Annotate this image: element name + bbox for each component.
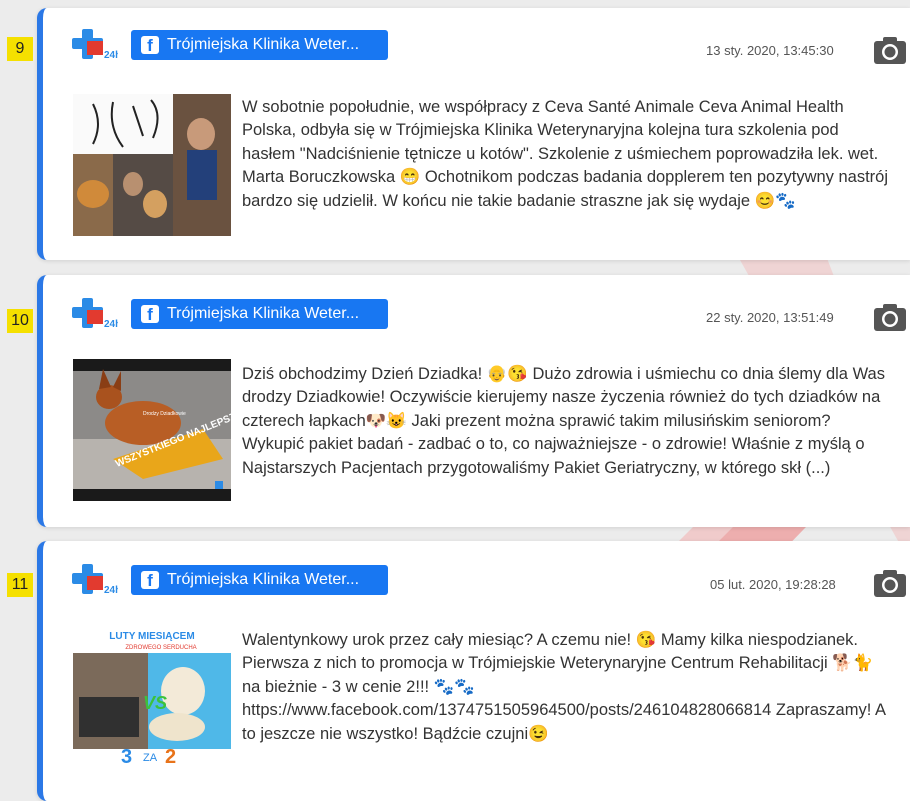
post-thumbnail[interactable]: WSZYSTKIEGO NAJLEPSZEGO Drodzy Dziadkowi… xyxy=(73,359,231,501)
clinic-logo-icon: 24h xyxy=(72,29,118,61)
thumb-promo-za: ZA xyxy=(143,752,158,764)
post-number-badge: 10 xyxy=(7,309,33,333)
clinic-logo-icon: 24h xyxy=(72,298,118,330)
camera-icon[interactable] xyxy=(873,568,907,598)
thumb-subtitle-text: ZDROWEGO SERDUCHA xyxy=(125,645,196,651)
post-text: Walentynkowy urok przez cały miesiąc? A … xyxy=(242,631,886,743)
post-thumbnail[interactable]: LUTY MIESIĄCEM ZDROWEGO SERDUCHA VS 3 ZA… xyxy=(73,627,231,769)
post-number-badge: 9 xyxy=(7,37,33,61)
post-date: 05 lut. 2020, 19:28:28 xyxy=(710,577,836,592)
post-text: Dziś obchodzimy Dzień Dziadka! 👴😘 Dużo z… xyxy=(242,365,885,477)
facebook-source-button[interactable]: f Trójmiejska Klinika Weter... xyxy=(131,565,388,595)
source-name: Trójmiejska Klinika Weter... xyxy=(167,305,360,322)
post-card[interactable]: 24h f Trójmiejska Klinika Weter... 22 st… xyxy=(37,275,910,527)
thumb-caption-text: Drodzy Dziadkowie xyxy=(143,411,186,417)
post-date: 22 sty. 2020, 13:51:49 xyxy=(706,310,834,325)
clinic-logo-icon: 24h xyxy=(72,564,118,596)
facebook-source-button[interactable]: f Trójmiejska Klinika Weter... xyxy=(131,299,388,329)
source-name: Trójmiejska Klinika Weter... xyxy=(167,571,360,588)
post-number-badge: 11 xyxy=(7,573,33,597)
post-card[interactable]: 24h f Trójmiejska Klinika Weter... 05 lu… xyxy=(37,541,910,801)
source-name: Trójmiejska Klinika Weter... xyxy=(167,36,360,53)
post-card[interactable]: 24h f Trójmiejska Klinika Weter... 13 st… xyxy=(37,8,910,260)
facebook-icon: f xyxy=(141,571,159,590)
camera-icon[interactable] xyxy=(873,302,907,332)
facebook-icon: f xyxy=(141,305,159,324)
camera-icon[interactable] xyxy=(873,35,907,65)
post-date: 13 sty. 2020, 13:45:30 xyxy=(706,43,834,58)
thumb-promo-3: 3 xyxy=(121,746,132,768)
facebook-icon: f xyxy=(141,36,159,55)
logo-badge-text: 24h xyxy=(104,319,118,330)
post-text: W sobotnie popołudnie, we współpracy z C… xyxy=(242,98,889,210)
logo-badge-text: 24h xyxy=(104,585,118,596)
thumb-vs-text: VS xyxy=(143,693,167,713)
thumb-promo-2: 2 xyxy=(165,746,176,768)
logo-badge-text: 24h xyxy=(104,50,118,61)
post-thumbnail[interactable] xyxy=(73,94,231,236)
facebook-source-button[interactable]: f Trójmiejska Klinika Weter... xyxy=(131,30,388,60)
thumb-title-text: LUTY MIESIĄCEM xyxy=(109,631,194,642)
